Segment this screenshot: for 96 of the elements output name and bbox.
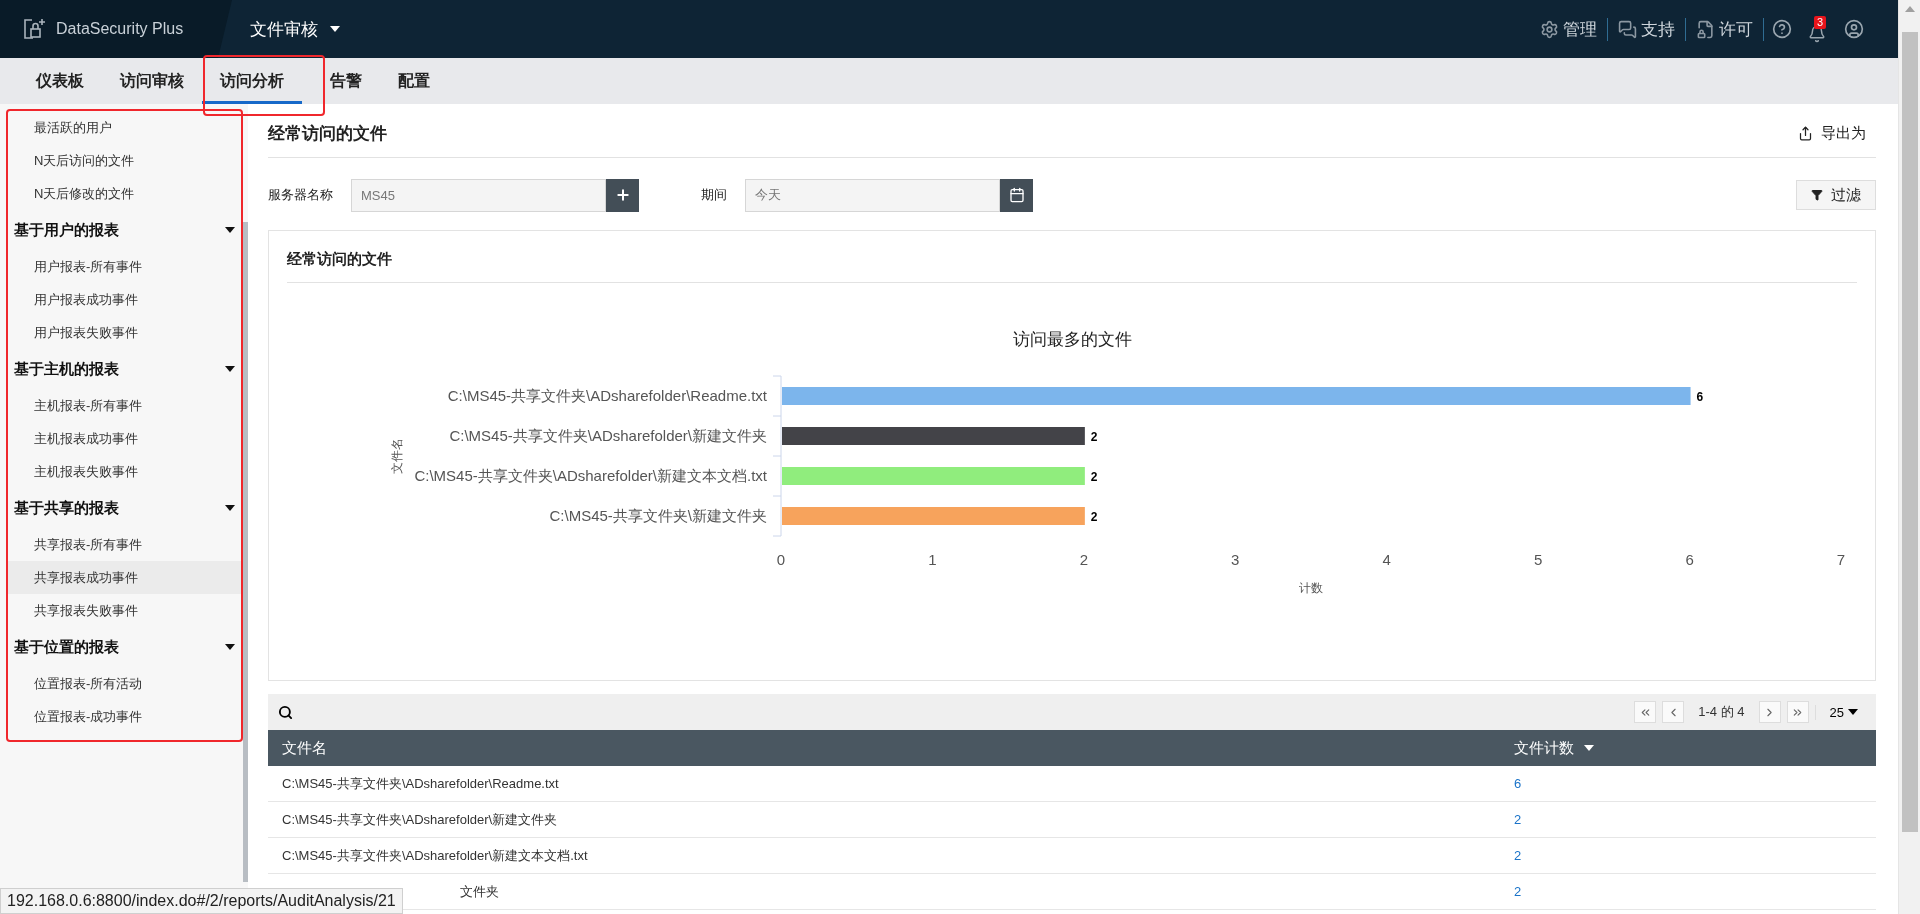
scrollbar[interactable] [243, 222, 248, 882]
filter-button[interactable]: 过滤 [1796, 180, 1876, 210]
caret-icon [1584, 745, 1594, 751]
sidebar-item[interactable]: 位置报表-所有活动 [8, 667, 241, 700]
sidebar-item[interactable]: 共享报表成功事件 [8, 561, 241, 594]
page-title: 经常访问的文件 [268, 123, 387, 145]
caret-icon [225, 644, 235, 650]
previous-page-button[interactable] [1662, 701, 1685, 723]
tick-label: 6 [1685, 551, 1694, 568]
data-label: 2 [1090, 510, 1098, 524]
sidebar-item[interactable]: 位置报表-成功事件 [8, 700, 241, 733]
nav-tab[interactable]: 访问审核 [102, 58, 202, 104]
export-icon [1798, 126, 1813, 141]
sidebar-item[interactable]: 共享报表失败事件 [8, 594, 241, 627]
column-header[interactable]: 文件计数 [1500, 730, 1876, 766]
count-link[interactable]: 2 [1500, 838, 1876, 874]
caret-icon [1904, 6, 1915, 12]
plus-icon [614, 187, 631, 203]
sidebar-item[interactable]: 共享报表-所有事件 [8, 528, 241, 561]
count-link[interactable]: 2 [1500, 802, 1876, 838]
notifications-button[interactable]: 3 [1800, 15, 1836, 43]
sidebar-item[interactable]: 用户报表失败事件 [8, 316, 241, 349]
bell-icon [1808, 24, 1826, 43]
calendar-button[interactable] [1000, 178, 1033, 212]
category-label: C:\MS45-共享文件夹\ADsharefolder\新建文件夹 [449, 427, 767, 444]
table-cell: C:\MS45-共享文件夹\ADsharefolder\Readme.txt [268, 766, 1500, 802]
module-dropdown[interactable]: 文件审核 [250, 17, 340, 41]
nav-tab[interactable]: 仪表板 [18, 58, 102, 104]
sidebar-item[interactable]: 主机报表成功事件 [8, 422, 241, 455]
sidebar-item[interactable]: N天后访问的文件 [8, 144, 241, 177]
category-label: C:\MS45-共享文件夹\ADsharefolder\Readme.txt [447, 387, 767, 404]
nav-tab[interactable]: 告警 [312, 58, 380, 104]
header-link[interactable]: 许可 [1686, 17, 1764, 41]
export-button[interactable]: 导出为 [1798, 124, 1876, 143]
sidebar-item[interactable]: N天后修改的文件 [8, 177, 241, 210]
header-link[interactable]: 管理 [1530, 17, 1608, 41]
sidebar-group[interactable]: 基于位置的报表 [8, 627, 241, 667]
tick-label: 3 [1231, 551, 1240, 568]
card-title: 经常访问的文件 [287, 231, 1857, 283]
tick-label: 2 [1079, 551, 1089, 568]
sidebar-item[interactable]: 用户报表成功事件 [8, 283, 241, 316]
header-link[interactable]: 支持 [1608, 17, 1686, 41]
scrollbar[interactable] [1898, 0, 1920, 914]
column-header[interactable]: 文件名 [268, 730, 1500, 766]
calendar-icon [1008, 187, 1025, 203]
page-range: 1-4 的 4 [1697, 703, 1746, 721]
axis-title: 计数 [1299, 581, 1323, 595]
field-label: 期间 [701, 186, 727, 204]
data-label: 6 [1696, 390, 1704, 404]
caret-icon [225, 227, 235, 233]
status-url: 192.168.0.6:8800/index.do#/2/reports/AuditAnalysis/21 [0, 888, 403, 914]
tick-label: 7 [1836, 551, 1846, 568]
caret-icon [1848, 709, 1858, 715]
sidebar-item[interactable]: 主机报表失败事件 [8, 455, 241, 488]
nav-tab[interactable]: 配置 [380, 58, 448, 104]
sidebar-item[interactable]: 用户报表-所有事件 [8, 250, 241, 283]
notification-badge: 3 [1814, 15, 1827, 29]
sidebar-item[interactable]: 主机报表-所有事件 [8, 389, 241, 422]
field-label: 服务器名称 [268, 186, 333, 204]
help-icon [1772, 19, 1792, 39]
chat-icon [1618, 19, 1637, 39]
server-field[interactable]: MS45 [351, 178, 606, 212]
settings-icon [1540, 19, 1559, 39]
add-button[interactable] [606, 178, 639, 212]
caret-icon [225, 366, 235, 372]
page-size-dropdown[interactable]: 25 [1814, 704, 1866, 720]
data-label: 2 [1090, 430, 1098, 444]
logo-icon [22, 17, 48, 41]
tick-label: 1 [928, 551, 937, 568]
chart-title: 访问最多的文件 [1012, 330, 1132, 349]
last-page-button[interactable] [1786, 701, 1809, 723]
caret-icon [225, 505, 235, 511]
user-icon [1844, 19, 1864, 39]
sidebar-group[interactable]: 基于共享的报表 [8, 488, 241, 528]
app-logo: DataSecurity Plus [56, 20, 184, 38]
data-label: 2 [1090, 470, 1098, 484]
period-field[interactable]: 今天 [745, 178, 1000, 212]
axis-title: 文件名 [390, 438, 404, 474]
tick-label: 5 [1533, 551, 1543, 568]
count-link[interactable]: 6 [1500, 766, 1876, 802]
table-cell: C:\MS45-共享文件夹\ADsharefolder\新建文本文档.txt [268, 838, 1500, 874]
search-icon[interactable] [278, 704, 293, 720]
tick-label: 0 [776, 551, 786, 568]
sidebar-item[interactable]: 最活跃的用户 [8, 111, 241, 144]
next-page-button[interactable] [1758, 701, 1781, 723]
count-link[interactable]: 2 [1500, 874, 1876, 910]
document-lock-icon [1696, 19, 1715, 39]
table-cell: C:\MS45-共享文件夹\ADsharefolder\新建文件夹 [268, 802, 1500, 838]
filter-icon [1811, 189, 1823, 201]
first-page-button[interactable] [1634, 701, 1657, 723]
sidebar-group[interactable]: 基于用户的报表 [8, 210, 241, 250]
category-label: C:\MS45-共享文件夹\新建文件夹 [549, 507, 767, 524]
sidebar-group[interactable]: 基于主机的报表 [8, 349, 241, 389]
caret-icon [330, 26, 340, 32]
category-label: C:\MS45-共享文件夹\ADsharefolder\新建文本文档.txt [414, 467, 767, 484]
tick-label: 4 [1382, 551, 1391, 568]
